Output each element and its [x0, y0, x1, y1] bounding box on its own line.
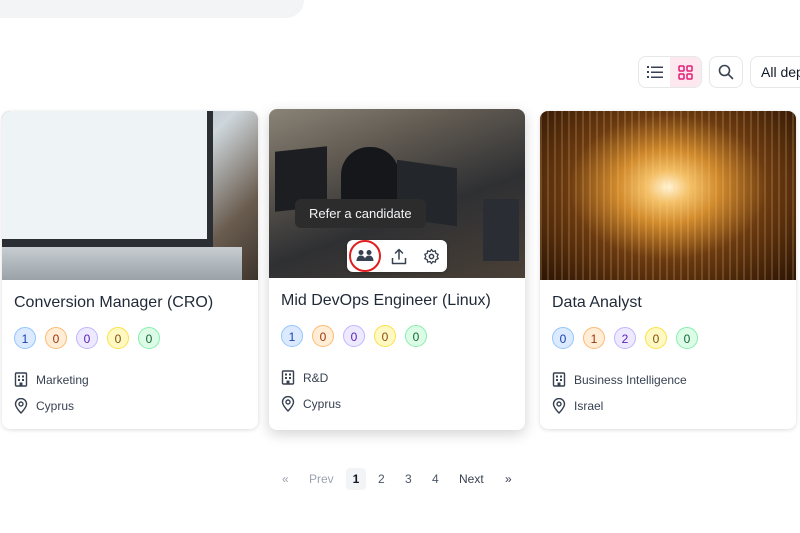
card-actions	[347, 240, 447, 272]
department-label: Business Intelligence	[574, 372, 687, 387]
refer-candidate-button[interactable]	[349, 240, 381, 272]
department-label: R&D	[303, 370, 329, 385]
location-pin-icon	[281, 396, 295, 412]
refer-candidate-icon	[356, 250, 374, 261]
top-search-bar[interactable]	[0, 0, 304, 18]
stage-count[interactable]: 0	[312, 325, 334, 347]
grid-icon	[678, 64, 693, 80]
building-icon	[281, 370, 295, 385]
stage-count[interactable]: 0	[45, 327, 67, 349]
location-row: Cyprus	[281, 396, 513, 412]
pipeline-stages: 0 1 2 0 0	[552, 327, 784, 349]
location-row: Cyprus	[14, 398, 246, 414]
page-button[interactable]: 4	[432, 468, 439, 490]
department-label: Marketing	[36, 372, 89, 387]
stage-count[interactable]: 0	[107, 327, 129, 349]
stage-count[interactable]: 1	[14, 327, 36, 349]
tooltip: Refer a candidate	[295, 199, 426, 228]
toolbar: All dep	[0, 56, 800, 90]
last-page-button[interactable]: »	[505, 468, 512, 490]
settings-icon	[423, 248, 439, 264]
stage-count[interactable]: 0	[405, 325, 427, 347]
stage-count[interactable]: 2	[614, 327, 636, 349]
job-image	[540, 111, 796, 280]
building-icon	[552, 372, 566, 387]
search-button[interactable]	[709, 56, 743, 88]
department-row: Business Intelligence	[552, 372, 784, 387]
job-card[interactable]: Refer a candidate Mid DevOps Engineer (L…	[269, 109, 525, 430]
job-title[interactable]: Mid DevOps Engineer (Linux)	[281, 292, 513, 310]
prev-page-button[interactable]: Prev	[309, 468, 334, 490]
job-card[interactable]: Data Analyst 0 1 2 0 0 Business Intellig…	[540, 111, 796, 429]
job-card[interactable]: Conversion Manager (CRO) 1 0 0 0 0 Marke…	[2, 111, 258, 429]
pipeline-stages: 1 0 0 0 0	[14, 327, 246, 349]
stage-count[interactable]: 0	[374, 325, 396, 347]
share-button[interactable]	[385, 242, 413, 270]
stage-count[interactable]: 0	[645, 327, 667, 349]
list-icon	[646, 66, 663, 78]
list-view-button[interactable]	[639, 57, 670, 87]
next-page-button[interactable]: Next	[459, 468, 484, 490]
share-icon	[391, 248, 407, 264]
stage-count[interactable]: 1	[281, 325, 303, 347]
view-toggle	[638, 56, 702, 88]
department-select[interactable]: All dep	[750, 56, 800, 88]
first-page-button[interactable]: «	[282, 468, 289, 490]
job-title[interactable]: Data Analyst	[552, 294, 784, 312]
location-label: Cyprus	[303, 397, 342, 411]
stage-count[interactable]: 0	[552, 327, 574, 349]
page-button[interactable]: 3	[405, 468, 412, 490]
department-row: R&D	[281, 370, 513, 385]
stage-count[interactable]: 0	[76, 327, 98, 349]
pagination: « Prev 1 2 3 4 Next »	[0, 468, 800, 490]
stage-count[interactable]: 0	[676, 327, 698, 349]
stage-count[interactable]: 1	[583, 327, 605, 349]
location-pin-icon	[14, 398, 28, 414]
search-icon	[718, 64, 734, 80]
job-image	[2, 111, 258, 280]
building-icon	[14, 372, 28, 387]
pipeline-stages: 1 0 0 0 0	[281, 325, 513, 347]
stage-count[interactable]: 0	[138, 327, 160, 349]
job-image: Refer a candidate	[269, 109, 525, 278]
stage-count[interactable]: 0	[343, 325, 365, 347]
page-button[interactable]: 2	[378, 468, 385, 490]
location-label: Israel	[574, 399, 604, 413]
location-label: Cyprus	[36, 399, 75, 413]
location-pin-icon	[552, 398, 566, 414]
settings-button[interactable]	[417, 242, 445, 270]
page-button-current[interactable]: 1	[346, 468, 366, 490]
department-row: Marketing	[14, 372, 246, 387]
grid-view-button[interactable]	[670, 57, 701, 87]
job-title[interactable]: Conversion Manager (CRO)	[14, 294, 246, 312]
location-row: Israel	[552, 398, 784, 414]
